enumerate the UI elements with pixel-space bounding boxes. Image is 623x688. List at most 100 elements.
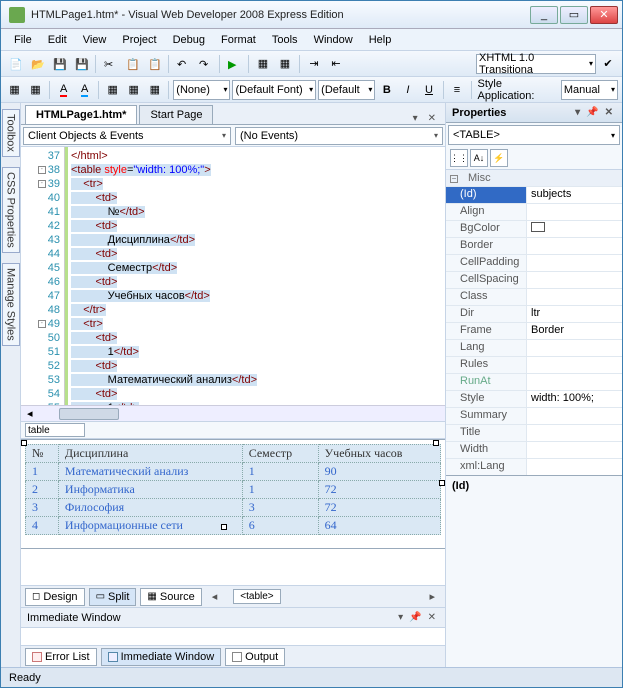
objects-dropdown[interactable]: Client Objects & Events▾ xyxy=(23,127,231,145)
underline-button[interactable]: U xyxy=(419,80,438,100)
style-dropdown[interactable]: (None)▾ xyxy=(173,80,230,100)
menu-help[interactable]: Help xyxy=(362,32,399,48)
menu-edit[interactable]: Edit xyxy=(41,32,74,48)
source-view-button[interactable]: ▦ Source xyxy=(140,588,201,606)
immediate-window-tab[interactable]: Immediate Window xyxy=(101,648,222,666)
table-button[interactable]: ▦ xyxy=(103,80,122,100)
italic-button[interactable]: I xyxy=(398,80,417,100)
minimize-button[interactable]: _ xyxy=(530,6,558,24)
prop-rules[interactable]: Rules xyxy=(446,356,622,373)
style-app-dropdown[interactable]: Manual▾ xyxy=(561,80,618,100)
undo-button[interactable]: ↶ xyxy=(173,54,193,74)
code-text[interactable]: </html><table style="width: 100%;"> <tr>… xyxy=(65,147,445,405)
split-view-button[interactable]: ▭ Split xyxy=(89,588,137,606)
properties-title-bar[interactable]: Properties ▾ 📌 ✕ xyxy=(446,103,622,123)
crumb-left-arrow[interactable]: ◂ xyxy=(206,590,224,603)
add-item-button[interactable]: ▦ xyxy=(26,80,45,100)
table2-button[interactable]: ▦ xyxy=(124,80,143,100)
prop-bgcolor[interactable]: BgColor xyxy=(446,220,622,237)
menu-tools[interactable]: Tools xyxy=(265,32,305,48)
menu-view[interactable]: View xyxy=(76,32,114,48)
tab-startpage[interactable]: Start Page xyxy=(139,105,213,124)
bold-button[interactable]: B xyxy=(377,80,396,100)
prop-runat[interactable]: RunAt xyxy=(446,373,622,390)
menu-project[interactable]: Project xyxy=(115,32,163,48)
tab-htmlpage1[interactable]: HTMLPage1.htm* xyxy=(25,105,137,124)
size-dropdown[interactable]: (Default▾ xyxy=(318,80,375,100)
menu-format[interactable]: Format xyxy=(214,32,263,48)
events-button[interactable]: ⚡ xyxy=(490,149,508,167)
save-all-button[interactable]: 💾 xyxy=(71,54,91,74)
menu-debug[interactable]: Debug xyxy=(166,32,212,48)
indent-button[interactable]: ⇥ xyxy=(304,54,324,74)
toolbox-tab[interactable]: Toolbox xyxy=(2,109,20,157)
properties-dropdown-icon[interactable]: ▾ xyxy=(572,107,583,118)
immediate-dropdown-icon[interactable]: ▾ xyxy=(395,612,406,623)
immediate-window-header[interactable]: Immediate Window ▾ 📌 ✕ xyxy=(21,607,445,627)
redo-button[interactable]: ↷ xyxy=(195,54,215,74)
font-dropdown[interactable]: (Default Font)▾ xyxy=(232,80,316,100)
menu-window[interactable]: Window xyxy=(307,32,360,48)
new-item-button[interactable]: ▦ xyxy=(5,80,24,100)
prop-id[interactable]: (Id)subjects xyxy=(446,186,622,203)
prop-style[interactable]: Stylewidth: 100%; xyxy=(446,390,622,407)
paste-button[interactable]: 📋 xyxy=(144,54,164,74)
manage-styles-tab[interactable]: Manage Styles xyxy=(2,263,20,346)
design-preview[interactable]: №ДисциплинаСеместрУчебных часов1Математи… xyxy=(21,439,445,549)
prop-width[interactable]: Width xyxy=(446,441,622,458)
bg-color-button[interactable]: A xyxy=(75,80,94,100)
close-button[interactable]: ✕ xyxy=(590,6,618,24)
doctype-dropdown[interactable]: XHTML 1.0 Transitiona▾ xyxy=(476,54,596,74)
outdent-button[interactable]: ⇤ xyxy=(326,54,346,74)
table3-button[interactable]: ▦ xyxy=(145,80,164,100)
properties-selector[interactable]: <TABLE>▾ xyxy=(448,125,620,145)
maximize-button[interactable]: ▭ xyxy=(560,6,588,24)
collapsed-panels[interactable]: Toolbox CSS Properties Manage Styles xyxy=(1,103,21,667)
prop-dir[interactable]: Dirltr xyxy=(446,305,622,322)
prop-title[interactable]: Title xyxy=(446,424,622,441)
prop-border[interactable]: Border xyxy=(446,237,622,254)
properties-grid[interactable]: (Id)subjectsAlignBgColorBorderCellPaddin… xyxy=(446,186,622,475)
categorized-button[interactable]: ⋮⋮ xyxy=(450,149,468,167)
text-color-button[interactable]: A xyxy=(54,80,73,100)
immediate-close-icon[interactable]: ✕ xyxy=(425,612,439,623)
tab-dropdown-icon[interactable]: ▾ xyxy=(410,113,421,124)
comment-button[interactable]: ▦ xyxy=(253,54,273,74)
events-dropdown[interactable]: (No Events)▾ xyxy=(235,127,443,145)
save-button[interactable]: 💾 xyxy=(49,54,69,74)
crumb-right-arrow[interactable]: ▸ xyxy=(423,590,441,603)
uncomment-button[interactable]: ▦ xyxy=(275,54,295,74)
prop-xmllang[interactable]: xml:Lang xyxy=(446,458,622,475)
properties-category[interactable]: −Misc xyxy=(446,169,622,186)
align-left-button[interactable]: ≡ xyxy=(447,80,466,100)
prop-cellpadding[interactable]: CellPadding xyxy=(446,254,622,271)
element-crumb[interactable]: <table> xyxy=(233,589,280,604)
code-editor[interactable]: 37-38-39404142434445464748-4950515253545… xyxy=(21,147,445,405)
open-button[interactable]: 📂 xyxy=(27,54,47,74)
tab-close-icon[interactable]: ✕ xyxy=(425,113,439,124)
copy-button[interactable]: 📋 xyxy=(122,54,142,74)
horizontal-scrollbar[interactable]: ◂ xyxy=(21,405,445,421)
error-list-tab[interactable]: Error List xyxy=(25,648,97,666)
prop-summary[interactable]: Summary xyxy=(446,407,622,424)
tag-input[interactable] xyxy=(25,423,85,437)
prop-align[interactable]: Align xyxy=(446,203,622,220)
run-button[interactable]: ▶ xyxy=(224,54,244,74)
validate-button[interactable]: ✔ xyxy=(598,54,618,74)
properties-pin-icon[interactable]: 📌 xyxy=(583,107,601,118)
prop-class[interactable]: Class xyxy=(446,288,622,305)
css-properties-tab[interactable]: CSS Properties xyxy=(2,167,20,253)
immediate-pin-icon[interactable]: 📌 xyxy=(406,612,424,623)
cut-button[interactable]: ✂ xyxy=(100,54,120,74)
prop-cellspacing[interactable]: CellSpacing xyxy=(446,271,622,288)
prop-frame[interactable]: FrameBorder xyxy=(446,322,622,339)
immediate-window-body[interactable] xyxy=(21,627,445,645)
preview-table[interactable]: №ДисциплинаСеместрУчебных часов1Математи… xyxy=(25,444,441,535)
new-button[interactable]: 📄 xyxy=(5,54,25,74)
design-view-button[interactable]: ◻ Design xyxy=(25,588,85,606)
prop-lang[interactable]: Lang xyxy=(446,339,622,356)
menu-file[interactable]: File xyxy=(7,32,39,48)
output-tab[interactable]: Output xyxy=(225,648,285,666)
alpha-button[interactable]: A↓ xyxy=(470,149,488,167)
properties-close-icon[interactable]: ✕ xyxy=(602,107,616,118)
